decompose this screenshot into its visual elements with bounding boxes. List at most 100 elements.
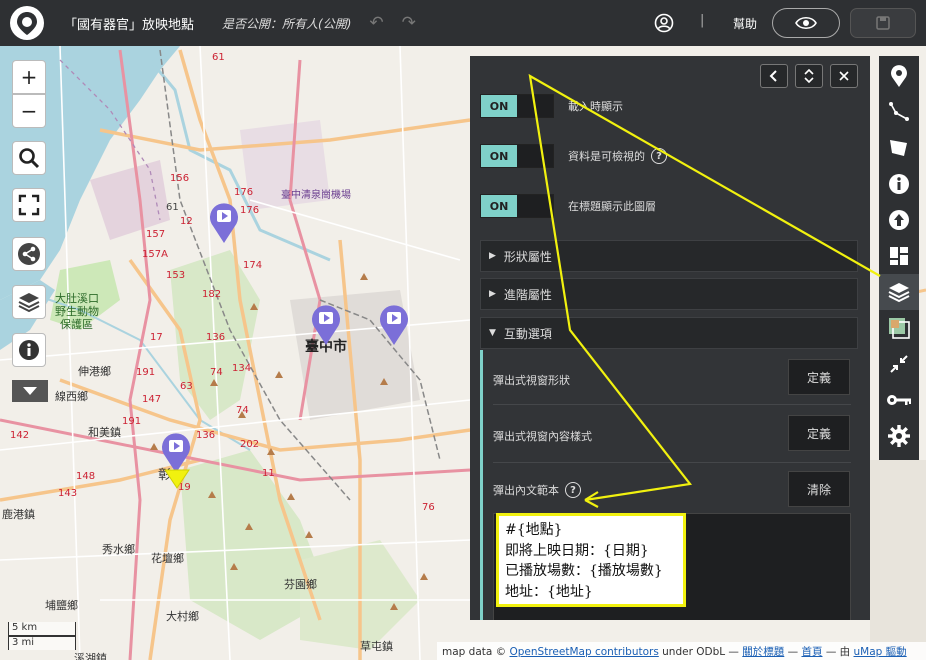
define-popup-shape-button[interactable]: 定義 (788, 359, 850, 395)
place-label: 花壇鄉 (151, 552, 184, 565)
fullscreen-button[interactable] (12, 188, 46, 222)
map-marker[interactable] (377, 302, 411, 346)
place-label: 芬園鄉 (284, 578, 317, 591)
toggle-row: ON 載入時顯示 (480, 93, 623, 119)
map-tiles-icon (889, 318, 910, 339)
road-number: 63 (180, 381, 193, 392)
close-panel-button[interactable] (830, 64, 858, 88)
attribution: map data © OpenStreetMap contributors un… (437, 642, 926, 660)
popup-template-label-row: 彈出內文範本 ? (493, 472, 581, 508)
browsable-toggle[interactable]: ON (480, 144, 554, 168)
share-icon (18, 243, 40, 265)
help-icon[interactable]: ? (565, 482, 581, 498)
draw-polyline-button[interactable] (879, 94, 919, 130)
about-link[interactable]: 關於標題 (742, 646, 784, 658)
collapse-panel-button[interactable] (760, 64, 788, 88)
more-controls-button[interactable] (12, 380, 48, 402)
yellow-arrow-marker[interactable] (163, 468, 191, 490)
place-label: 埔鹽鄉 (45, 599, 78, 612)
tile-layer-button[interactable] (879, 310, 919, 346)
place-label: 秀水鄉 (102, 543, 135, 556)
key-icon (887, 395, 911, 405)
manage-layers-button[interactable] (879, 274, 919, 310)
import-button[interactable] (879, 202, 919, 238)
display-on-load-toggle[interactable]: ON (480, 94, 554, 118)
polygon-icon (890, 140, 907, 156)
attribution-prefix: map data © (442, 646, 507, 658)
template-line: 已播放場數：{播放場數} (505, 563, 663, 579)
layers-button[interactable] (12, 285, 46, 319)
divider (493, 404, 851, 405)
info-icon (889, 174, 909, 194)
interaction-options-section[interactable]: ▼ 互動選項 (480, 317, 858, 349)
map-title[interactable]: 「國有器官」放映地點 (64, 14, 194, 33)
umap-logo-icon[interactable] (10, 6, 44, 40)
save-button[interactable] (850, 8, 916, 38)
toggle-state: ON (481, 195, 517, 217)
template-line: #{地點} (505, 522, 563, 538)
expand-panel-button[interactable] (795, 64, 823, 88)
umap-link[interactable]: uMap 驅動 (854, 646, 907, 658)
divider (493, 462, 851, 463)
draw-polygon-button[interactable] (879, 130, 919, 166)
road-number: 61 (212, 52, 225, 63)
place-label: 保護區 (60, 318, 93, 331)
map-marker[interactable] (207, 200, 241, 244)
fullscreen-icon (18, 194, 40, 216)
settings-button[interactable] (879, 418, 919, 454)
map-scale: 5 km 3 mi (8, 622, 76, 650)
map-info-button[interactable] (879, 166, 919, 202)
map-extent-button[interactable] (879, 346, 919, 382)
road-number: 134 (232, 363, 252, 374)
show-in-caption-toggle[interactable]: ON (480, 194, 554, 218)
draw-marker-button[interactable] (879, 58, 919, 94)
search-button[interactable] (12, 141, 46, 175)
separator: | (700, 13, 705, 28)
zoom-in-button[interactable]: + (12, 60, 46, 94)
road-number: 74 (210, 367, 223, 378)
templates-button[interactable] (879, 238, 919, 274)
attribution-dash: — (787, 646, 799, 658)
road-number: 176 (234, 187, 254, 198)
attribution-license: under ODbL — (662, 646, 739, 658)
road-number: 76 (422, 502, 435, 513)
share-status[interactable]: 是否公開：所有人(公開) (222, 15, 351, 32)
template-line: 即將上映日期：{日期} (505, 542, 649, 559)
share-button[interactable] (12, 237, 46, 271)
advanced-properties-section[interactable]: ▶ 進階屬性 (480, 278, 858, 310)
road-number: 12 (180, 216, 193, 227)
map-pin-icon (891, 65, 907, 87)
arrows-collapse-icon (890, 355, 908, 373)
scale-mi: 3 mi (8, 636, 76, 650)
user-icon[interactable] (654, 13, 674, 37)
caret-down-icon: ▼ (489, 328, 496, 338)
road-number: 157 (146, 229, 166, 240)
eye-icon (795, 16, 817, 30)
caret-right-icon: ▶ (489, 289, 496, 299)
map-marker[interactable] (309, 302, 343, 346)
home-link[interactable]: 首頁 (801, 646, 822, 658)
info-button[interactable] (12, 333, 46, 367)
help-icon[interactable]: ? (651, 148, 667, 164)
define-popup-content-button[interactable]: 定義 (788, 415, 850, 451)
clear-popup-template-button[interactable]: 清除 (788, 471, 850, 507)
section-title: 進階屬性 (503, 287, 552, 302)
help-link[interactable]: 幫助 (733, 15, 757, 32)
shape-properties-section[interactable]: ▶ 形狀屬性 (480, 240, 858, 272)
zoom-out-button[interactable]: − (12, 94, 46, 128)
undo-icon[interactable]: ↶ (369, 13, 383, 33)
permissions-button[interactable] (879, 382, 919, 418)
caret-right-icon: ▶ (489, 251, 496, 261)
road-number: 182 (202, 289, 222, 300)
caret-down-icon (23, 387, 37, 395)
redo-icon[interactable]: ↷ (402, 13, 416, 33)
popup-content-style-label: 彈出式視窗內容樣式 (493, 430, 592, 443)
road-number: 157A (142, 249, 168, 260)
preview-button[interactable] (772, 8, 840, 38)
osm-link[interactable]: OpenStreetMap contributors (510, 646, 659, 658)
place-label: 草屯鎮 (360, 640, 393, 653)
road-number: 191 (122, 416, 142, 427)
place-label: 線西鄉 (55, 390, 88, 403)
popup-template-text-highlight[interactable]: #{地點} 即將上映日期：{日期} 已播放場數：{播放場數} 地址：{地址} (496, 513, 686, 607)
layers-icon (18, 293, 40, 313)
